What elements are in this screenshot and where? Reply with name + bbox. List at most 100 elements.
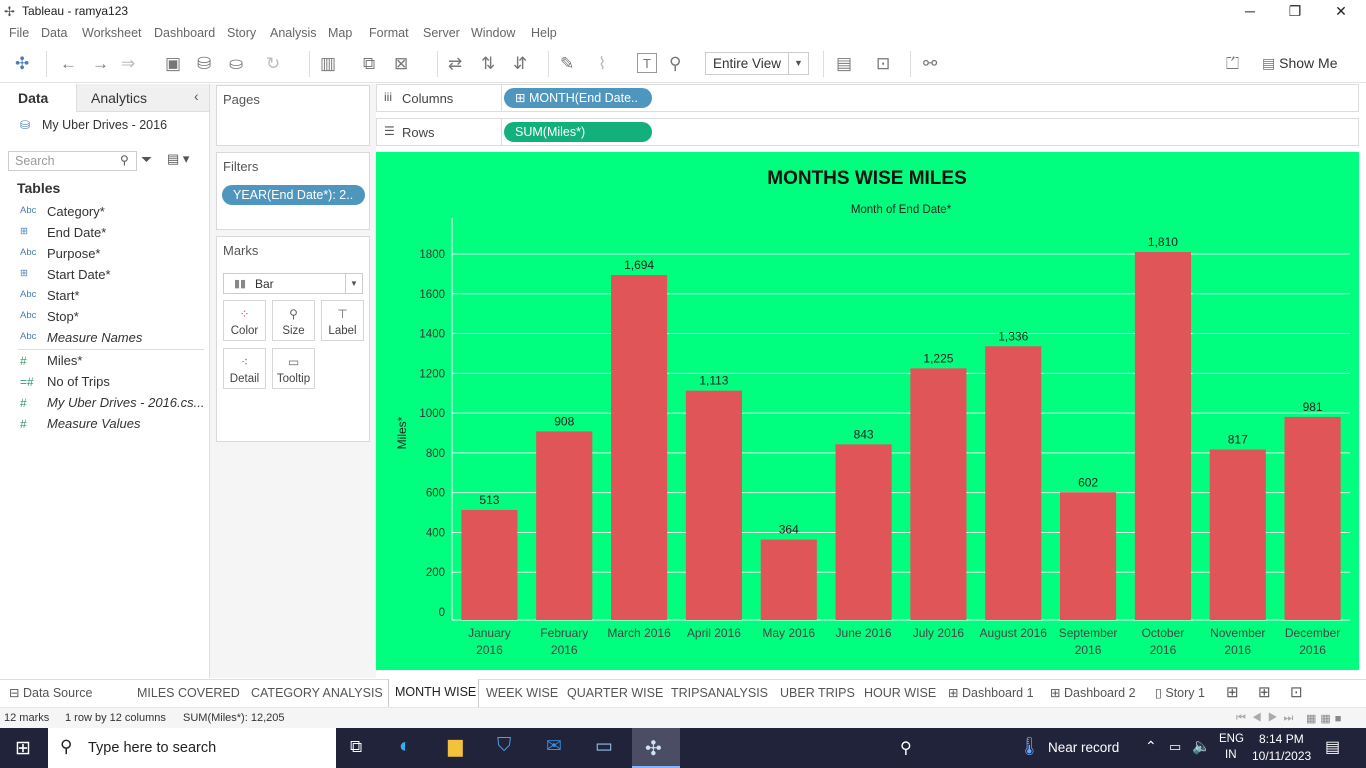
field-end-date[interactable]: ⊞ End Date* <box>0 222 205 243</box>
weather-text[interactable]: Near record <box>1048 740 1119 755</box>
tab-data-source[interactable]: ⊟ Data Source <box>9 680 92 707</box>
sort-descending-icon[interactable]: ⇵ <box>513 54 527 74</box>
tab-uber-trips[interactable]: UBER TRIPS <box>780 680 855 707</box>
field-start-date[interactable]: ⊞ Start Date* <box>0 264 205 285</box>
rows-pill-miles[interactable]: SUM(Miles*) <box>504 122 652 142</box>
clock-date[interactable]: 10/11/2023 <box>1252 749 1311 763</box>
filter-pill-year[interactable]: YEAR(End Date*): 2.. <box>222 185 365 205</box>
people-icon[interactable]: ⚲ <box>900 738 912 758</box>
tab-quarter-wise[interactable]: QUARTER WISE <box>567 680 663 707</box>
tab-analytics[interactable]: Analytics ‹ <box>76 84 209 112</box>
menu-map[interactable]: Map <box>328 26 352 40</box>
undo-icon[interactable]: ← <box>60 54 77 74</box>
highlight-icon[interactable]: ✎ <box>560 54 574 74</box>
field-purpose[interactable]: Abc Purpose* <box>0 243 205 264</box>
mark-type-select[interactable]: ▮▮ Bar ▼ <box>223 273 363 294</box>
region-indicator[interactable]: IN <box>1225 749 1237 761</box>
tab-tripsanalysis[interactable]: TRIPSANALYSIS <box>671 680 768 707</box>
task-view-icon[interactable]: ⧉ <box>350 737 362 757</box>
search-field[interactable]: Search ⚲ <box>8 151 137 171</box>
share-icon[interactable]: ⚯ <box>923 54 937 74</box>
menu-file[interactable]: File <box>9 26 29 40</box>
swap-rows-columns-icon[interactable]: ⇄ <box>448 54 462 74</box>
columns-pill-month[interactable]: ⊞ MONTH(End Date.. <box>504 88 652 108</box>
tab-data[interactable]: Data <box>0 84 76 112</box>
clear-sheet-icon[interactable]: ⊠ <box>394 54 408 74</box>
file-explorer-icon[interactable]: ▆ <box>448 735 463 758</box>
chevron-up-icon[interactable]: ⌃ <box>1145 738 1157 755</box>
app-icon[interactable]: ▭ <box>595 735 613 758</box>
tab-category-analysis[interactable]: CATEGORY ANALYSIS <box>251 680 383 707</box>
menu-format[interactable]: Format <box>369 26 409 40</box>
field-miles[interactable]: # Miles* <box>0 350 205 371</box>
chart-view[interactable]: MONTHS WISE MILES Month of End Date* 0 200 4… <box>376 152 1359 670</box>
show-mark-labels-icon[interactable]: T <box>637 53 657 73</box>
datasource-name[interactable]: My Uber Drives - 2016 <box>42 118 167 132</box>
new-datasource-icon[interactable]: ⛁ <box>197 54 211 74</box>
new-worksheet-icon[interactable]: ▥ <box>320 54 336 74</box>
tab-miles-covered[interactable]: MILES COVERED <box>137 680 240 707</box>
menu-dashboard[interactable]: Dashboard <box>154 26 215 40</box>
new-worksheet-tab-icon[interactable]: ⊞ <box>1226 680 1239 707</box>
menu-analysis[interactable]: Analysis <box>270 26 317 40</box>
tab-month-wise[interactable]: MONTH WISE <box>388 679 479 707</box>
redo-icon[interactable]: → <box>92 54 109 74</box>
tableau-taskbar-button[interactable]: ✣ <box>632 728 680 768</box>
field-category[interactable]: Abc Category* <box>0 201 205 222</box>
menu-data[interactable]: Data <box>41 26 67 40</box>
refresh-icon[interactable]: ↻ <box>266 54 280 74</box>
tab-week-wise[interactable]: WEEK WISE <box>486 680 558 707</box>
field-measure-names[interactable]: Abc Measure Names <box>0 327 205 348</box>
sheet-nav-icons[interactable]: ⏮◀▶⏭ <box>1236 712 1299 725</box>
new-story-tab-icon[interactable]: ⊡ <box>1290 680 1303 707</box>
bar-chart[interactable]: MONTHS WISE MILES Month of End Date* 0 200 4… <box>376 152 1359 670</box>
rows-shelf[interactable]: ☰ Rows SUM(Miles*) <box>376 118 1359 146</box>
view-options-icon[interactable]: ▤ ▾ <box>167 151 189 167</box>
store-icon[interactable]: ⛉ <box>497 735 511 757</box>
language-indicator[interactable]: ENG <box>1219 733 1244 745</box>
marks-label-button[interactable]: ⊤ Label <box>321 300 364 341</box>
volume-icon[interactable]: 🔈 <box>1192 737 1211 755</box>
marks-color-button[interactable]: ⁘ Color <box>223 300 266 341</box>
field-record-count[interactable]: # My Uber Drives - 2016.cs... <box>0 392 205 413</box>
minimize-button[interactable]: ─ <box>1227 0 1273 23</box>
save-icon[interactable]: ▣ <box>165 54 181 74</box>
weather-icon[interactable]: 🌡 <box>1018 736 1041 757</box>
sort-ascending-icon[interactable]: ⇅ <box>481 54 495 74</box>
sheet-view-icons[interactable]: ▦▦■ <box>1306 712 1345 725</box>
marks-size-button[interactable]: ⚲ Size <box>272 300 315 341</box>
mail-icon[interactable]: ✉ <box>546 735 562 758</box>
field-start[interactable]: Abc Start* <box>0 285 205 306</box>
menu-worksheet[interactable]: Worksheet <box>82 26 142 40</box>
close-button[interactable]: ✕ <box>1318 0 1364 23</box>
restore-button[interactable]: ❐ <box>1272 0 1318 23</box>
download-icon[interactable]: ⏍ <box>1226 54 1239 74</box>
presentation-mode-icon[interactable]: ⊡ <box>876 54 890 74</box>
fit-view-select[interactable]: Entire View ▼ <box>705 52 809 75</box>
show-me-button[interactable]: ▤ Show Me <box>1262 55 1337 72</box>
fix-axes-icon[interactable]: ⚲ <box>669 54 681 74</box>
collapse-pane-icon[interactable]: ‹ <box>194 88 199 104</box>
marks-detail-button[interactable]: ⁖ Detail <box>223 348 266 389</box>
tab-dashboard-1[interactable]: ⊞ Dashboard 1 <box>948 680 1034 707</box>
tab-dashboard-2[interactable]: ⊞ Dashboard 2 <box>1050 680 1136 707</box>
show-cards-icon[interactable]: ▤ <box>836 54 852 74</box>
windows-start-icon[interactable]: ⊞ <box>15 737 31 760</box>
field-measure-values[interactable]: # Measure Values <box>0 413 205 434</box>
field-no-of-trips[interactable]: =# No of Trips <box>0 371 205 392</box>
menu-help[interactable]: Help <box>531 26 557 40</box>
columns-shelf[interactable]: iii Columns ⊞ MONTH(End Date.. <box>376 84 1359 112</box>
battery-icon[interactable]: ▭ <box>1169 739 1181 755</box>
group-members-icon[interactable]: ⌇ <box>598 54 606 74</box>
menu-server[interactable]: Server <box>423 26 460 40</box>
clock-time[interactable]: 8:14 PM <box>1259 732 1304 746</box>
filters-card[interactable]: Filters YEAR(End Date*): 2.. <box>216 152 370 230</box>
tab-story-1[interactable]: ▯ Story 1 <box>1155 680 1205 707</box>
tableau-home-icon[interactable]: ✣ <box>15 54 29 74</box>
field-stop[interactable]: Abc Stop* <box>0 306 205 327</box>
pages-card[interactable]: Pages <box>216 85 370 146</box>
tab-hour-wise[interactable]: HOUR WISE <box>864 680 936 707</box>
new-dashboard-tab-icon[interactable]: ⊞ <box>1258 680 1271 707</box>
replay-icon[interactable]: ⇒ <box>121 54 135 74</box>
pause-updates-icon[interactable]: ⛀ <box>229 54 243 74</box>
